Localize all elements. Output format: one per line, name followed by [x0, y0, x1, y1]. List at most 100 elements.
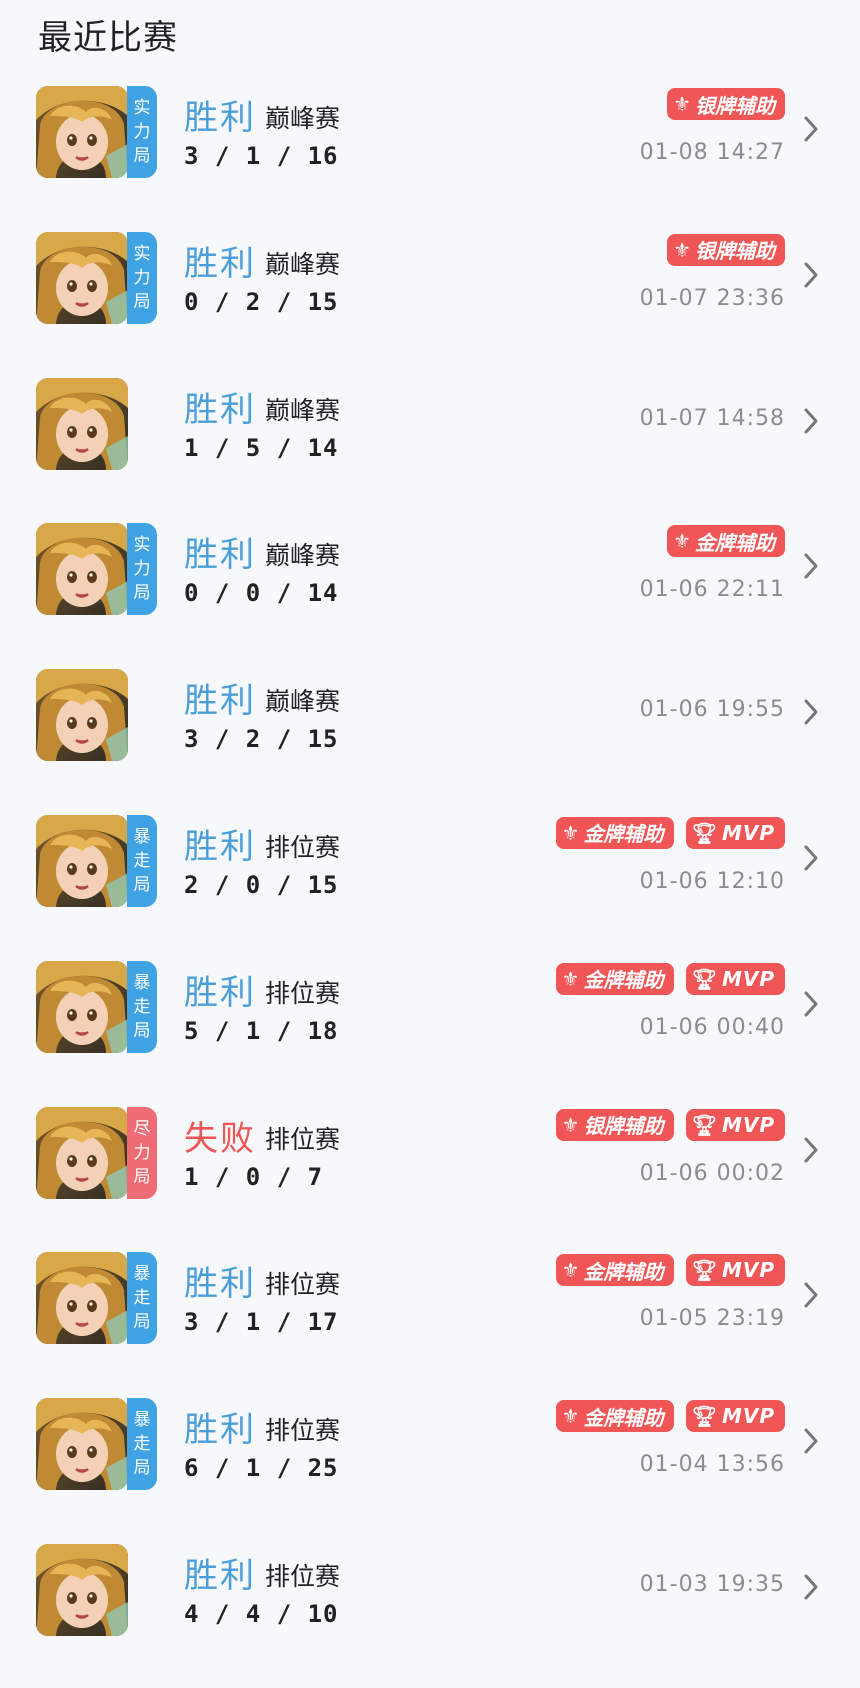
hero-avatar [36, 1543, 128, 1636]
match-result: 胜利 [184, 389, 256, 430]
chevron-right-icon[interactable] [802, 1572, 820, 1602]
tier-char: 暴 [133, 972, 151, 993]
match-result: 胜利 [184, 1410, 256, 1451]
tier-char: 局 [133, 1312, 151, 1333]
match-row[interactable]: 实力局胜利 巅峰赛 0 / 2 / 15 ⚜ 银牌辅助 01-07 23:36 [0, 230, 860, 376]
match-row[interactable]: 暴走局胜利 排位赛 3 / 1 / 17 ⚜ 金牌辅助 🏆︎ MVP 01-05 23:19 [0, 1250, 860, 1396]
mvp-label: MVP [721, 966, 775, 991]
badge-label: 金牌辅助 [695, 530, 775, 555]
match-row[interactable]: 胜利 排位赛 4 / 4 / 10 01-03 19:35 [0, 1542, 860, 1688]
trophy-icon: 🏆︎ [691, 820, 718, 845]
badge-label: 金牌辅助 [583, 968, 664, 993]
badge-label: 银牌辅助 [695, 239, 775, 264]
hero-avatar [36, 669, 128, 762]
mvp-badge: 🏆︎ MVP [685, 1254, 785, 1287]
chevron-right-icon[interactable] [802, 406, 820, 436]
chevron-right-icon[interactable] [802, 1135, 820, 1165]
tier-char: 走 [133, 850, 151, 871]
match-row[interactable]: 暴走局胜利 排位赛 2 / 0 / 15 ⚜ 金牌辅助 🏆︎ MVP 01-06 12:10 [0, 813, 860, 959]
chevron-right-icon[interactable] [802, 551, 820, 581]
chevron-right-icon[interactable] [802, 697, 820, 727]
trident-icon: ⚜ [673, 237, 691, 262]
match-kda: 4 / 4 / 10 [184, 1599, 339, 1628]
match-result: 胜利 [184, 535, 256, 576]
match-kda: 0 / 0 / 14 [184, 579, 339, 608]
badge-label: 金牌辅助 [583, 822, 664, 847]
hero-avatar-group: 实力局 [36, 231, 157, 324]
hero-avatar-group: 实力局 [36, 523, 157, 616]
support-medal-badge: ⚜ 银牌辅助 [555, 1108, 674, 1141]
chevron-right-icon[interactable] [802, 114, 820, 144]
mvp-badge: 🏆︎ MVP [685, 1400, 785, 1433]
match-mode: 巅峰赛 [265, 249, 341, 279]
hero-avatar-group [36, 1543, 157, 1636]
match-badges: ⚜ 银牌辅助 [667, 233, 785, 266]
hero-avatar-group: 尽力局 [36, 1106, 157, 1199]
support-medal-badge: ⚜ 金牌辅助 [667, 525, 785, 558]
support-medal-badge: ⚜ 金牌辅助 [555, 1400, 674, 1433]
badge-label: 银牌辅助 [695, 93, 775, 118]
match-time: 01-07 14:58 [639, 405, 785, 431]
match-tier-tag: 实力局 [127, 231, 157, 324]
match-result: 胜利 [184, 1555, 256, 1596]
tier-char: 力 [133, 1142, 151, 1163]
match-row[interactable]: 尽力局失败 排位赛 1 / 0 / 7 ⚜ 银牌辅助 🏆︎ MVP 01-06 00:02 [0, 1105, 860, 1251]
match-tier-tag: 实力局 [127, 523, 157, 616]
match-time: 01-05 23:19 [639, 1306, 785, 1332]
match-row[interactable]: 实力局胜利 巅峰赛 0 / 0 / 14 ⚜ 金牌辅助 01-06 22:11 [0, 521, 860, 667]
match-result: 胜利 [184, 972, 256, 1013]
match-result: 胜利 [184, 1264, 256, 1305]
trophy-icon: 🏆︎ [691, 1404, 718, 1429]
match-time: 01-06 00:40 [639, 1014, 785, 1040]
chevron-right-icon[interactable] [802, 1280, 820, 1310]
match-badges: ⚜ 金牌辅助 🏆︎ MVP [555, 816, 785, 849]
badge-label: 金牌辅助 [583, 1405, 664, 1430]
match-result: 胜利 [184, 826, 256, 867]
mvp-label: MVP [721, 1112, 775, 1137]
badge-label: 银牌辅助 [583, 1114, 664, 1139]
match-kda: 2 / 0 / 15 [184, 870, 339, 899]
match-row[interactable]: 实力局胜利 巅峰赛 3 / 1 / 16 ⚜ 银牌辅助 01-08 14:27 [0, 84, 860, 230]
hero-avatar [36, 960, 128, 1053]
hero-avatar [36, 377, 128, 470]
tier-char: 局 [133, 1458, 151, 1479]
tier-char: 走 [133, 1288, 151, 1309]
match-row[interactable]: 胜利 巅峰赛 1 / 5 / 14 01-07 14:58 [0, 376, 860, 522]
match-time: 01-06 22:11 [639, 577, 785, 603]
match-result: 胜利 [184, 243, 256, 284]
mvp-label: MVP [721, 1258, 775, 1283]
match-row[interactable]: 暴走局胜利 排位赛 6 / 1 / 25 ⚜ 金牌辅助 🏆︎ MVP 01-04 13:56 [0, 1396, 860, 1542]
match-mode: 巅峰赛 [265, 104, 341, 133]
chevron-right-icon[interactable] [802, 260, 820, 290]
hero-avatar [36, 1106, 128, 1199]
match-time: 01-06 19:55 [639, 697, 785, 723]
tier-char: 局 [133, 146, 151, 166]
tier-char: 暴 [133, 826, 151, 847]
match-time: 01-04 13:56 [639, 1452, 785, 1478]
trident-icon: ⚜ [561, 820, 580, 845]
trophy-icon: 🏆︎ [691, 1258, 718, 1283]
match-row[interactable]: 胜利 巅峰赛 3 / 2 / 15 01-06 19:55 [0, 667, 860, 813]
chevron-right-icon[interactable] [802, 1426, 820, 1456]
hero-avatar [36, 523, 128, 616]
trophy-icon: 🏆︎ [691, 1112, 718, 1137]
match-mode: 排位赛 [265, 1561, 341, 1591]
hero-avatar-group: 实力局 [36, 86, 157, 178]
tier-char: 尽 [133, 1118, 151, 1139]
trident-icon: ⚜ [673, 529, 691, 554]
trophy-icon: 🏆︎ [691, 966, 718, 991]
match-tier-tag: 暴走局 [127, 960, 157, 1053]
chevron-right-icon[interactable] [802, 989, 820, 1019]
tier-char: 实 [133, 535, 151, 556]
match-mode: 排位赛 [265, 978, 341, 1008]
chevron-right-icon[interactable] [802, 843, 820, 873]
match-kda: 1 / 0 / 7 [184, 1162, 324, 1191]
hero-avatar [36, 1252, 128, 1345]
match-row[interactable]: 暴走局胜利 排位赛 5 / 1 / 18 ⚜ 金牌辅助 🏆︎ MVP 01-06 00:40 [0, 959, 860, 1105]
mvp-badge: 🏆︎ MVP [685, 816, 785, 849]
support-medal-badge: ⚜ 银牌辅助 [667, 233, 785, 266]
match-mode: 排位赛 [265, 832, 341, 862]
match-tier-tag: 暴走局 [127, 1398, 157, 1491]
match-history-page: 最近比赛 实力局胜利 巅峰赛 3 / 1 / 16 ⚜ 银牌辅助 01-08 14:27 … [0, 0, 860, 1654]
tier-char: 实 [133, 98, 151, 118]
